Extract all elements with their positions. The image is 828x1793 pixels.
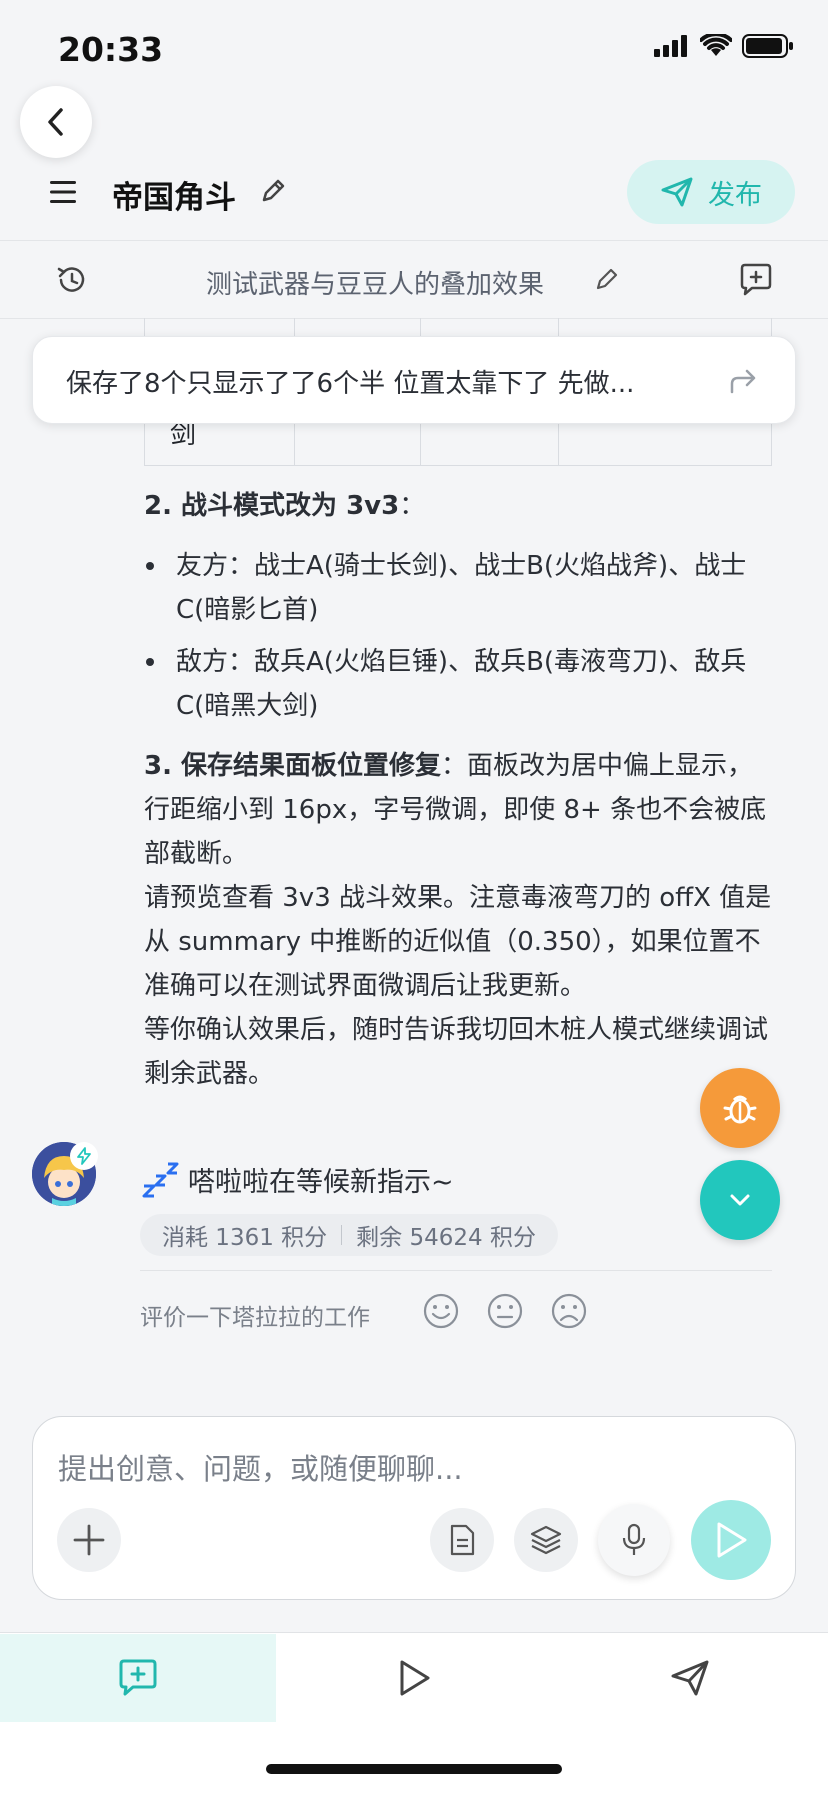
home-indicator [266, 1764, 562, 1774]
voice-input-button[interactable] [598, 1504, 670, 1576]
history-icon[interactable] [56, 264, 88, 296]
new-chat-icon[interactable] [738, 262, 774, 298]
tab-preview[interactable] [276, 1634, 552, 1722]
rating-divider [140, 1270, 772, 1271]
edit-conversation-icon[interactable] [594, 266, 620, 292]
play-send-icon [717, 1522, 747, 1558]
message-input[interactable]: 提出创意、问题，或随便聊聊... [58, 1446, 463, 1488]
credits-remaining: 剩余 54624 积分 [356, 1225, 536, 1251]
chevron-down-icon [730, 1194, 750, 1206]
section2-colon: ： [399, 491, 426, 521]
credits-consumed: 消耗 1361 积分 [162, 1225, 328, 1251]
list-item: 敌方：敌兵A(火焰巨锤)、敌兵B(毒液弯刀)、敌兵C(暗黑大剑) [176, 647, 747, 721]
message-paragraph: 等你确认效果后，随时告诉我切回木桩人模式继续调试剩余武器。 [144, 1015, 769, 1089]
status-time: 20:33 [58, 30, 164, 69]
sleep-icon [142, 1162, 180, 1204]
play-icon [400, 1660, 430, 1696]
plus-icon [73, 1524, 105, 1556]
chevron-left-icon [48, 108, 63, 136]
message-input-box[interactable] [32, 1416, 796, 1600]
layers-icon [530, 1525, 562, 1555]
bullet-dot [146, 562, 154, 570]
conversation-title[interactable]: 测试武器与豆豆人的叠加效果 [206, 264, 544, 301]
battery-icon [742, 34, 793, 58]
chat-icon [119, 1659, 157, 1696]
publish-label: 发布 [708, 179, 762, 211]
credits-badge: 消耗 1361 积分 剩余 54624 积分 [140, 1214, 558, 1256]
send-icon [671, 1660, 709, 1696]
tab-publish[interactable] [552, 1634, 828, 1722]
sad-face-icon[interactable] [550, 1292, 588, 1330]
document-icon [450, 1524, 475, 1556]
header-divider [0, 240, 828, 241]
bot-status-text: 嗒啦啦在等候新指示~ [188, 1167, 454, 1198]
microphone-icon [622, 1523, 646, 1555]
app-title: 帝国角斗 [112, 180, 236, 216]
bug-icon [723, 1095, 757, 1124]
wifi-icon [700, 34, 732, 56]
section2-heading: 2. 战斗模式改为 3v3： [144, 484, 772, 528]
credits-separator [341, 1225, 343, 1245]
edit-title-icon[interactable] [258, 176, 288, 206]
scroll-down-button[interactable] [700, 1160, 780, 1240]
pinned-message-text: 保存了8个只显示了了6个半 位置太靠下了 先做... [66, 369, 635, 399]
neutral-face-icon[interactable] [486, 1292, 524, 1330]
publish-button[interactable]: 发布 [627, 160, 795, 224]
send-button[interactable] [691, 1500, 771, 1580]
bullet-dot [146, 658, 154, 666]
document-button[interactable] [430, 1508, 494, 1572]
lightning-badge-icon [70, 1142, 98, 1170]
message-paragraph: 请预览查看 3v3 战斗效果。注意毒液弯刀的 offX 值是从 summary … [144, 883, 772, 1001]
send-icon [661, 177, 693, 207]
section2-title: 2. 战斗模式改为 3v3 [144, 491, 400, 521]
happy-face-icon[interactable] [422, 1292, 460, 1330]
back-button[interactable] [20, 86, 92, 158]
tab-chat[interactable] [0, 1634, 276, 1722]
signal-icon [654, 35, 687, 57]
rating-prompt: 评价一下塔拉拉的工作 [140, 1305, 370, 1331]
layers-button[interactable] [514, 1508, 578, 1572]
share-icon[interactable] [728, 366, 758, 396]
list-item: 友方：战士A(骑士长剑)、战士B(火焰战斧)、战士C(暗影匕首) [176, 551, 747, 625]
status-icons [654, 34, 794, 58]
section3-paragraph: 3. 保存结果面板位置修复：面板改为居中偏上显示，行距缩小到 16px，字号微调… [144, 744, 772, 876]
add-button[interactable] [57, 1508, 121, 1572]
bug-report-button[interactable] [700, 1068, 780, 1148]
menu-icon[interactable] [48, 176, 80, 208]
section3-title: 3. 保存结果面板位置修复 [144, 751, 442, 781]
